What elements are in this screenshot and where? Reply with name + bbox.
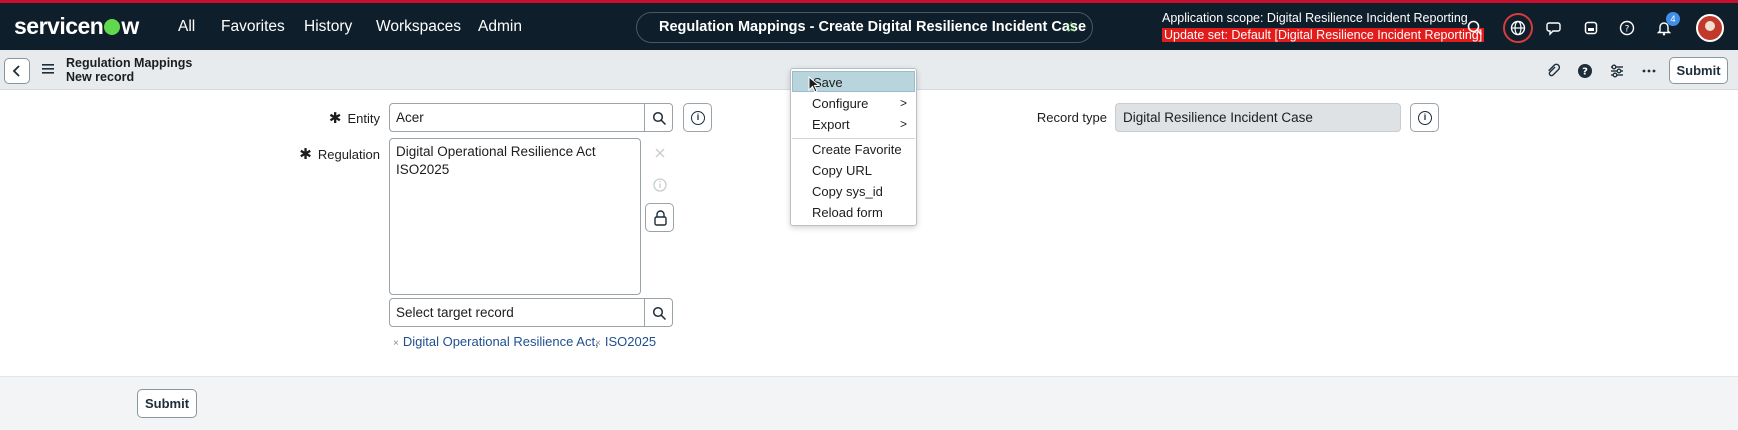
star-icon[interactable]: ☆ — [1065, 13, 1078, 42]
hamburger-icon[interactable] — [42, 64, 54, 74]
help-icon[interactable]: ? — [1577, 63, 1593, 79]
search-icon — [652, 111, 667, 126]
select-target-record-input[interactable]: Select target record — [389, 298, 645, 327]
info-icon: i — [1418, 111, 1432, 125]
nav-favorites[interactable]: Favorites — [221, 18, 285, 36]
menu-item-create-favorite[interactable]: Create Favorite — [792, 139, 915, 160]
record-subtitle: New record — [66, 70, 135, 84]
lock-icon — [654, 210, 667, 226]
regulation-label-text: Regulation — [317, 147, 380, 162]
page-title-pill: Regulation Mappings - Create Digital Res… — [636, 12, 1093, 43]
nav-history[interactable]: History — [304, 18, 352, 36]
chevron-right-icon: > — [899, 117, 907, 131]
update-set[interactable]: Update set: Default [Digital Resilience … — [1162, 28, 1485, 42]
tag-label[interactable]: Digital Operational Resilience Act, — [403, 334, 599, 349]
regulation-tag[interactable]: × Digital Operational Resilience Act, — [393, 334, 599, 349]
nav-all[interactable]: All — [178, 18, 195, 36]
studio-icon[interactable] — [1582, 19, 1600, 37]
paperclip-icon[interactable] — [1545, 63, 1561, 79]
user-avatar[interactable] — [1696, 14, 1724, 42]
search-icon[interactable] — [1466, 19, 1484, 37]
menu-item-label: Copy sys_id — [812, 184, 883, 199]
page-title: Regulation Mappings - Create Digital Res… — [659, 19, 1087, 35]
menu-item-configure[interactable]: Configure > — [792, 93, 915, 114]
menu-item-label: Create Favorite — [812, 142, 902, 157]
target-lookup-button[interactable] — [644, 298, 673, 327]
regulation-tag[interactable]: × ISO2025 — [595, 334, 656, 349]
remove-icon[interactable]: × — [393, 338, 399, 349]
svg-text:?: ? — [1582, 67, 1588, 78]
menu-item-copy-url[interactable]: Copy URL — [792, 160, 915, 181]
chat-icon[interactable] — [1546, 19, 1564, 37]
form-footer: Submit — [0, 376, 1738, 430]
unlock-button[interactable] — [645, 203, 674, 232]
remove-icon[interactable]: × — [595, 338, 601, 349]
entity-lookup-button[interactable] — [644, 103, 673, 132]
nav-admin[interactable]: Admin — [478, 18, 522, 36]
top-navigation-bar: servicen w All Favorites History Workspac… — [0, 0, 1738, 50]
chevron-left-icon — [12, 65, 20, 77]
servicenow-logo[interactable]: servicen w — [14, 13, 139, 40]
required-marker: ✱ — [299, 146, 312, 163]
chevron-right-icon: > — [899, 96, 907, 110]
close-icon[interactable] — [646, 139, 674, 167]
help-icon[interactable]: ? — [1618, 19, 1636, 37]
submit-button-header[interactable]: Submit — [1669, 57, 1728, 84]
regulation-label: ✱ Regulation — [290, 145, 380, 163]
list-item[interactable]: ISO2025 — [396, 161, 634, 179]
menu-item-copy-sys-id[interactable]: Copy sys_id — [792, 181, 915, 202]
notification-badge: 4 — [1666, 12, 1680, 26]
svg-text:?: ? — [1625, 25, 1630, 35]
required-marker: ✱ — [328, 110, 342, 127]
menu-item-label: Export — [812, 117, 850, 132]
menu-item-reload-form[interactable]: Reload form — [792, 202, 915, 223]
globe-icon[interactable] — [1509, 19, 1527, 37]
tag-label[interactable]: ISO2025 — [605, 334, 656, 349]
record-type-label: Record type — [1036, 110, 1107, 125]
settings-sliders-icon[interactable] — [1609, 63, 1625, 79]
list-item[interactable]: Digital Operational Resilience Act — [396, 143, 634, 161]
record-title: Regulation Mappings New record — [66, 56, 192, 84]
menu-item-label: Reload form — [812, 205, 883, 220]
search-icon — [652, 306, 667, 321]
info-icon: i — [691, 111, 705, 125]
regulation-list[interactable]: Digital Operational Resilience Act ISO20… — [389, 138, 641, 295]
entity-input[interactable]: Acer — [389, 103, 645, 132]
menu-item-export[interactable]: Export > — [792, 114, 915, 135]
entity-label: ✱ Entity — [300, 109, 380, 127]
menu-item-label: Copy URL — [812, 163, 872, 178]
application-scope[interactable]: Application scope: Digital Resilience In… — [1162, 11, 1468, 25]
record-type-info-button[interactable]: i — [1410, 103, 1439, 132]
more-icon[interactable] — [1641, 63, 1657, 79]
mouse-cursor-icon — [808, 76, 820, 93]
record-type-field: Digital Resilience Incident Case — [1115, 103, 1401, 132]
menu-item-label: Configure — [812, 96, 869, 111]
table-name: Regulation Mappings — [66, 56, 193, 70]
info-icon[interactable] — [646, 171, 674, 199]
entity-label-text: Entity — [347, 111, 380, 126]
submit-button[interactable]: Submit — [137, 389, 197, 418]
back-button[interactable] — [4, 58, 30, 84]
entity-info-button[interactable]: i — [683, 103, 712, 132]
nav-workspaces[interactable]: Workspaces — [376, 18, 461, 36]
